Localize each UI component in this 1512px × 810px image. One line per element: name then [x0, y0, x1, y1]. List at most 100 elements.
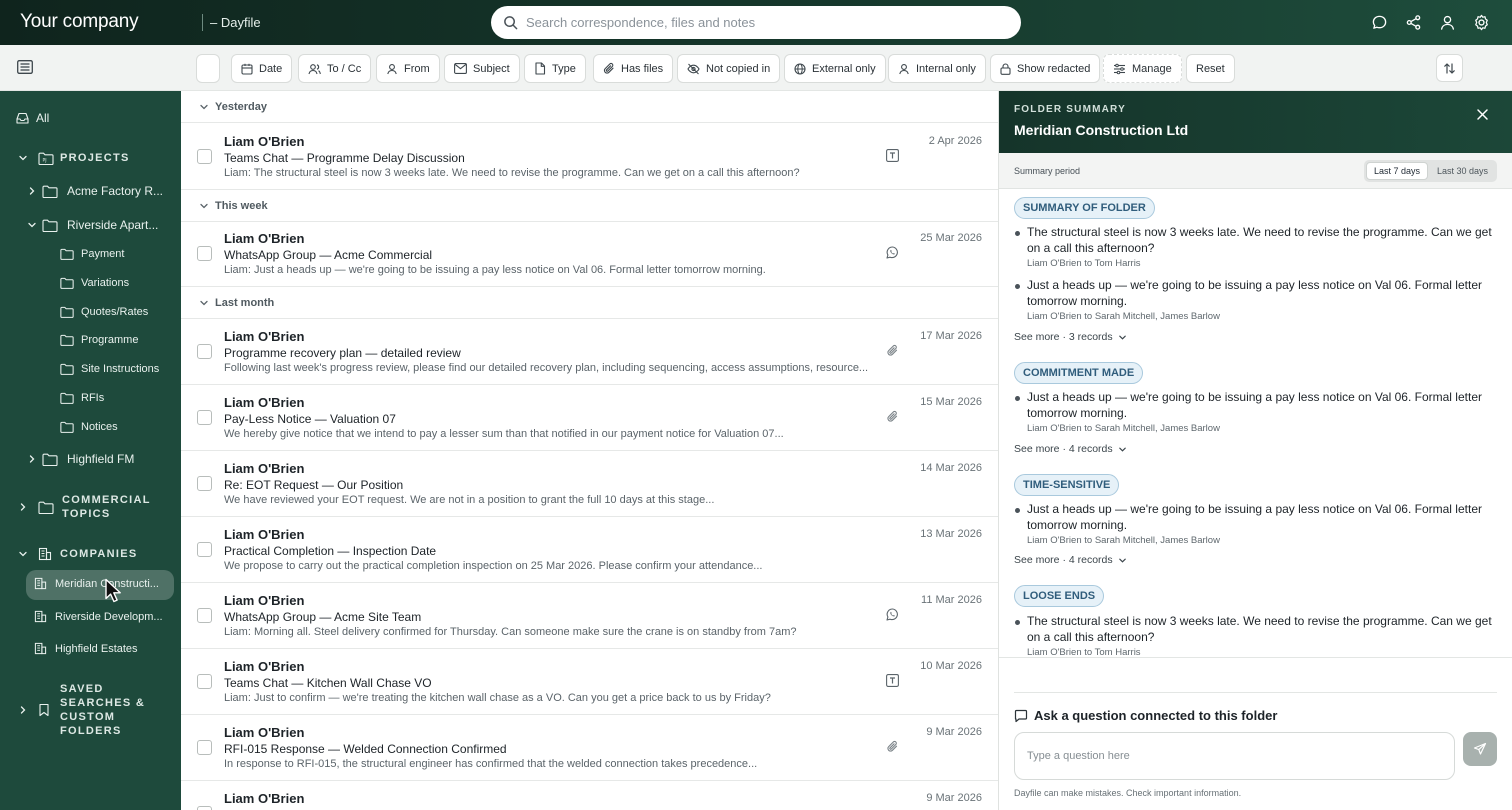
row-checkbox[interactable]	[197, 608, 212, 623]
sidebar-section-saved-searches[interactable]: SAVED SEARCHES & CUSTOM FOLDERS	[18, 682, 170, 738]
chevron-right-icon	[27, 454, 37, 464]
see-more-button[interactable]: See more · 4 records	[1014, 554, 1127, 566]
filter-external-only-button[interactable]: External only	[784, 54, 886, 83]
row-checkbox[interactable]	[197, 806, 212, 810]
sidebar-subitem-rfis[interactable]: RFIs	[60, 392, 104, 404]
message-row[interactable]: Liam O'Brien Teams Chat — Kitchen Wall C…	[181, 649, 998, 715]
message-row[interactable]: Liam O'Brien Pay-Less Notice — Valuation…	[181, 385, 998, 451]
sidebar-item-riverside-apartments-label: Riverside Apart...	[67, 218, 159, 232]
filter-show-redacted-button[interactable]: Show redacted	[990, 54, 1101, 83]
message-sender: Liam O'Brien	[224, 593, 305, 608]
message-subject: Teams Chat — Kitchen Wall Chase VO	[224, 676, 432, 690]
filter-from-button[interactable]: From	[376, 54, 440, 83]
sidebar-subitem-programme[interactable]: Programme	[60, 334, 138, 346]
row-checkbox[interactable]	[197, 740, 212, 755]
sidebar-subitem-quotes-rates[interactable]: Quotes/Rates	[60, 306, 148, 318]
summary-item-text[interactable]: The structural steel is now 3 weeks late…	[1027, 614, 1497, 645]
reset-filters-button[interactable]: Reset	[1186, 54, 1235, 83]
sidebar-subitem-variations[interactable]: Variations	[60, 277, 129, 289]
gear-icon[interactable]	[1471, 12, 1491, 32]
row-checkbox[interactable]	[197, 246, 212, 261]
folder-summary-panel: FOLDER SUMMARY Meridian Construction Ltd…	[999, 91, 1512, 810]
message-row[interactable]: Liam O'Brien WhatsApp Group — Acme Comme…	[181, 221, 998, 287]
filter-to-cc-button[interactable]: To / Cc	[298, 54, 372, 83]
company-name: Your company	[20, 11, 139, 32]
summary-item-text[interactable]: Just a heads up — we're going to be issu…	[1027, 390, 1497, 421]
summary-item-meta: Liam O'Brien to Sarah Mitchell, James Ba…	[1027, 535, 1220, 546]
filter-date-label: Date	[259, 62, 283, 75]
building-icon	[34, 610, 47, 623]
sidebar-item-all[interactable]: All	[16, 111, 49, 125]
message-row[interactable]: Liam O'Brien Practical Completion — Insp…	[181, 517, 998, 583]
sidebar-subitem-notices[interactable]: Notices	[60, 421, 118, 433]
see-more-button[interactable]: See more · 4 records	[1014, 443, 1127, 455]
filter-subject-button[interactable]: Subject	[444, 54, 520, 83]
sidebar-subitem-label: Payment	[81, 248, 125, 260]
sidebar-section-companies[interactable]: COMPANIES	[18, 547, 138, 561]
filter-date-button[interactable]: Date	[231, 54, 293, 83]
sidebar-company-label: Highfield Estates	[55, 642, 138, 655]
manage-filters-button[interactable]: Manage	[1103, 54, 1182, 83]
message-row[interactable]: Liam O'Brien 9 Mar 2026	[181, 781, 998, 810]
folder-icon	[60, 421, 74, 433]
chat-icon[interactable]	[1369, 12, 1389, 32]
period-last-30-days[interactable]: Last 30 days	[1430, 162, 1495, 180]
message-row[interactable]: Liam O'Brien Teams Chat — Programme Dela…	[181, 124, 998, 190]
sidebar-company-meridian[interactable]: Meridian Constructi...	[34, 577, 164, 590]
summary-item-text[interactable]: Just a heads up — we're going to be issu…	[1027, 278, 1497, 309]
see-more-button[interactable]: See more · 3 records	[1014, 331, 1127, 343]
message-subject: Programme recovery plan — detailed revie…	[224, 346, 461, 360]
close-icon[interactable]	[1476, 108, 1489, 121]
row-checkbox[interactable]	[197, 410, 212, 425]
sidebar-item-riverside-apartments[interactable]: Riverside Apart...	[27, 218, 177, 232]
message-snippet: Liam: The structural steel is now 3 week…	[224, 167, 800, 179]
row-checkbox[interactable]	[197, 674, 212, 689]
message-row[interactable]: Liam O'Brien RFI-015 Response — Welded C…	[181, 715, 998, 781]
share-icon[interactable]	[1403, 12, 1423, 32]
filter-not-copied-in-button[interactable]: Not copied in	[677, 54, 781, 83]
summary-item-text[interactable]: The structural steel is now 3 weeks late…	[1027, 225, 1497, 256]
sidebar-subitem-payment[interactable]: Payment	[60, 248, 124, 260]
row-checkbox[interactable]	[197, 476, 212, 491]
ask-question-input[interactable]: Type a question here	[1014, 732, 1455, 780]
period-last-7-days[interactable]: Last 7 days	[1366, 162, 1428, 180]
group-header-yesterday[interactable]: Yesterday	[181, 91, 998, 123]
filter-has-files-button[interactable]: Has files	[593, 54, 674, 83]
sidebar-section-commercial-topics[interactable]: COMMERCIAL TOPICS	[18, 493, 152, 521]
send-button[interactable]	[1463, 732, 1497, 766]
panel-header: FOLDER SUMMARY Meridian Construction Ltd	[999, 91, 1512, 153]
message-row[interactable]: Liam O'Brien WhatsApp Group — Acme Site …	[181, 583, 998, 649]
user-icon[interactable]	[1437, 12, 1457, 32]
group-header-this-week[interactable]: This week	[181, 190, 998, 222]
message-date: 2 Apr 2026	[928, 135, 982, 147]
filter-type-button[interactable]: Type	[524, 54, 586, 83]
group-header-last-month[interactable]: Last month	[181, 287, 998, 319]
building-icon	[34, 577, 47, 590]
sidebar-item-highfield-fm[interactable]: Highfield FM	[27, 452, 177, 466]
row-checkbox[interactable]	[197, 542, 212, 557]
calendar-icon	[241, 63, 253, 75]
summary-item-text[interactable]: Just a heads up — we're going to be issu…	[1027, 502, 1497, 533]
filter-internal-only-button[interactable]: Internal only	[888, 54, 986, 83]
row-checkbox[interactable]	[197, 149, 212, 164]
sort-button[interactable]	[1436, 54, 1463, 82]
teams-icon	[886, 149, 899, 162]
see-more-label: See more · 4 records	[1014, 443, 1113, 455]
menu-icon[interactable]	[17, 60, 33, 74]
message-sender: Liam O'Brien	[224, 231, 305, 246]
message-sender: Liam O'Brien	[224, 329, 305, 344]
row-checkbox[interactable]	[197, 344, 212, 359]
sidebar-company-riverside[interactable]: Riverside Developm...	[34, 610, 164, 623]
message-row[interactable]: Liam O'Brien Re: EOT Request — Our Posit…	[181, 451, 998, 517]
select-all-chip[interactable]	[196, 54, 220, 83]
sidebar-company-highfield[interactable]: Highfield Estates	[34, 642, 164, 655]
message-row[interactable]: Liam O'Brien Programme recovery plan — d…	[181, 319, 998, 385]
sidebar-item-acme-factory[interactable]: Acme Factory R...	[27, 184, 177, 198]
sidebar-subitem-site-instructions[interactable]: Site Instructions	[60, 363, 159, 375]
sidebar-section-projects[interactable]: PJ PROJECTS	[18, 151, 130, 165]
bullet-dot	[1015, 508, 1020, 513]
people-icon	[308, 63, 321, 75]
message-date: 9 Mar 2026	[926, 792, 982, 804]
search-bar[interactable]: Search correspondence, files and notes	[491, 6, 1021, 39]
ask-question-placeholder: Type a question here	[1027, 750, 1130, 762]
